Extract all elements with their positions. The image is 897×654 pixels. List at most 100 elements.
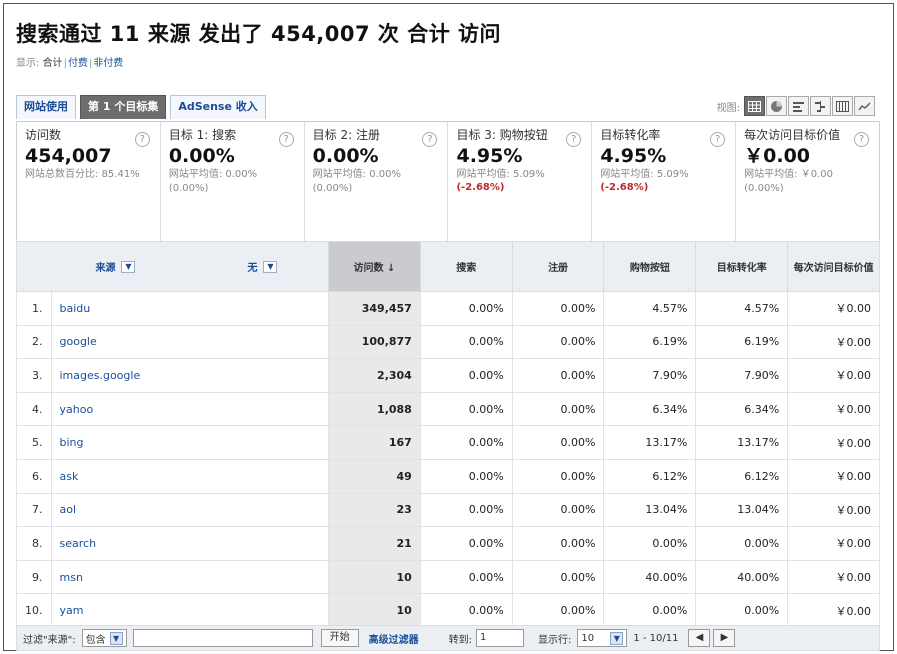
filter-label: 过滤"来源": [23, 634, 76, 646]
show-option-paid[interactable]: 付费 [68, 58, 88, 69]
table-row[interactable]: 7. aol 23 0.00% 0.00% 13.04% 13.04% ￥0.00 [16, 492, 880, 528]
report-tabs: 网站使用 第 1 个目标集 AdSense 收入 [16, 95, 270, 119]
row-index: 5. [16, 425, 52, 460]
table-row[interactable]: 1. baidu 349,457 0.00% 0.00% 4.57% 4.57% ￥0.00 [16, 291, 880, 326]
source-name[interactable]: images.google [60, 369, 141, 382]
source-link[interactable]: search [50, 526, 329, 561]
dimension-dropdown-icon[interactable]: ▼ [121, 260, 136, 273]
source-name[interactable]: yahoo [60, 403, 94, 416]
performance-view-icon[interactable] [788, 96, 809, 116]
goal-value-cell: ￥0.00 [787, 291, 880, 326]
conversion-cell: 6.34% [695, 391, 789, 427]
goal1-cell: 0.00% [419, 324, 513, 360]
table-row[interactable]: 8. search 21 0.00% 0.00% 0.00% 0.00% ￥0.00 [16, 526, 880, 561]
source-name[interactable]: search [60, 537, 97, 550]
goal2-cell: 0.00% [511, 593, 605, 628]
source-name[interactable]: google [60, 335, 97, 348]
metric-label: 目标转化率 [600, 128, 661, 142]
source-name[interactable]: aol [60, 503, 77, 516]
goto-label: 转到: [448, 634, 472, 646]
secondary-dropdown-icon[interactable]: ▼ [263, 260, 278, 273]
chevron-down-icon: ▼ [109, 631, 123, 645]
help-icon[interactable]: ? [853, 132, 869, 147]
rows-select[interactable]: 10 ▼ [577, 629, 628, 647]
source-link[interactable]: yahoo [50, 391, 329, 427]
advanced-filter-link[interactable]: 高级过滤器 [369, 631, 419, 646]
metric-label: 访问数 [25, 128, 62, 142]
source-link[interactable]: msn [50, 559, 329, 595]
comparison-view-icon[interactable] [810, 96, 831, 116]
pivot-view-icon[interactable] [832, 96, 853, 116]
metric-value: 454,007 [25, 145, 112, 167]
prev-page-button[interactable]: ◀ [688, 629, 711, 647]
goal2-cell: 0.00% [511, 291, 605, 326]
show-option-total[interactable]: 合计 [43, 58, 63, 69]
goal1-column-header[interactable]: 搜索 [419, 241, 513, 292]
filter-mode-select[interactable]: 包含 ▼ [81, 629, 127, 647]
help-icon[interactable]: ? [422, 132, 438, 147]
table-row[interactable]: 4. yahoo 1,088 0.00% 0.00% 6.34% 6.34% ￥0.00 [16, 391, 880, 427]
conversion-cell: 6.12% [695, 458, 789, 494]
metric-sub: 网站平均值: 0.00% (0.00%) [168, 169, 258, 194]
help-icon[interactable]: ? [134, 132, 150, 147]
source-link[interactable]: google [50, 324, 329, 360]
goal3-cell: 6.34% [603, 391, 697, 427]
table-row[interactable]: 6. ask 49 0.00% 0.00% 6.12% 6.12% ￥0.00 [16, 458, 880, 494]
goal2-cell: 0.00% [511, 391, 605, 427]
table-row[interactable]: 5. bing 167 0.00% 0.00% 13.17% 13.17% ￥0.00 [16, 425, 880, 460]
source-name[interactable]: msn [60, 571, 83, 584]
tab-site-usage[interactable]: 网站使用 [16, 95, 76, 119]
trend-view-icon[interactable] [854, 96, 875, 116]
conversion-column-header[interactable]: 目标转化率 [695, 241, 789, 292]
next-page-button[interactable]: ▶ [713, 629, 736, 647]
source-link[interactable]: ask [50, 458, 329, 494]
goal-value-column-header[interactable]: 每次访问目标价值 [787, 241, 880, 292]
help-icon[interactable]: ? [710, 132, 726, 147]
source-name[interactable]: bing [60, 436, 84, 449]
table-view-icon[interactable] [744, 96, 765, 116]
filter-go-button[interactable]: 开始 [320, 629, 359, 647]
goal1-cell: 0.00% [419, 559, 513, 595]
page-title: 搜索通过 11 来源 发出了 454,007 次 合计 访问 [16, 22, 502, 46]
source-link[interactable]: yam [50, 593, 329, 628]
source-header-label[interactable]: 来源 [95, 259, 115, 274]
source-link[interactable]: baidu [50, 291, 329, 326]
visits-column-header[interactable]: 访问数 ↓ [327, 241, 421, 292]
help-icon[interactable]: ? [566, 132, 582, 147]
goal3-column-header[interactable]: 购物按钮 [603, 241, 697, 292]
source-name[interactable]: yam [60, 604, 84, 617]
goal-value-cell: ￥0.00 [787, 458, 880, 494]
metric-goal2: 目标 2: 注册 0.00% 网站平均值: 0.00% (0.00%) ? [305, 122, 449, 241]
source-link[interactable]: aol [50, 492, 329, 528]
source-link[interactable]: bing [50, 425, 329, 460]
filter-input[interactable] [132, 629, 313, 647]
help-icon[interactable]: ? [278, 132, 294, 147]
goal3-cell: 0.00% [603, 526, 697, 561]
goto-input[interactable]: 1 [475, 629, 524, 647]
goal3-cell: 7.90% [603, 358, 697, 393]
goal2-cell: 0.00% [511, 358, 605, 393]
conversion-cell: 6.19% [695, 324, 789, 360]
table-row[interactable]: 3. images.google 2,304 0.00% 0.00% 7.90% 7.90%… [16, 358, 880, 393]
pie-view-icon[interactable] [766, 96, 787, 116]
goal2-column-header[interactable]: 注册 [511, 241, 605, 292]
goal3-cell: 13.04% [603, 492, 697, 528]
metric-goal3: 目标 3: 购物按钮 4.95% 网站平均值: 5.09% (-2.68%) ? [448, 122, 593, 241]
tab-adsense-revenue[interactable]: AdSense 收入 [170, 95, 266, 119]
goal2-cell: 0.00% [511, 324, 605, 360]
table-row[interactable]: 10. yam 10 0.00% 0.00% 0.00% 0.00% ￥0.00 [16, 593, 880, 628]
goal2-cell: 0.00% [511, 559, 605, 595]
conversion-cell: 13.04% [695, 492, 789, 528]
show-option-nonpaid[interactable]: 非付费 [93, 58, 123, 69]
source-link[interactable]: images.google [50, 358, 329, 393]
row-index: 10. [16, 593, 52, 628]
goal-value-cell: ￥0.00 [787, 425, 880, 460]
table-footer: 过滤"来源": 包含 ▼ 开始 高级过滤器 转到: 1 显示行: 10 ▼ 1 … [16, 625, 880, 651]
source-name[interactable]: ask [60, 470, 79, 483]
row-index: 6. [16, 458, 52, 494]
secondary-dimension-label[interactable]: 无 [247, 259, 257, 274]
table-row[interactable]: 9. msn 10 0.00% 0.00% 40.00% 40.00% ￥0.00 [16, 559, 880, 595]
source-name[interactable]: baidu [60, 302, 91, 315]
table-row[interactable]: 2. google 100,877 0.00% 0.00% 6.19% 6.19% ￥0.00 [16, 324, 880, 360]
tab-goal-set-1[interactable]: 第 1 个目标集 [80, 95, 167, 119]
